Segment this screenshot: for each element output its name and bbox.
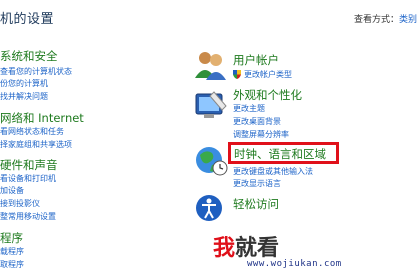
ease-of-access-icon[interactable] bbox=[194, 193, 224, 223]
highlight-box bbox=[228, 142, 339, 164]
link-devices-printers[interactable]: 看设备和打印机 bbox=[0, 173, 56, 184]
link-change-account-type[interactable]: 更改帐户类型 bbox=[244, 69, 292, 80]
view-by-label: 查看方式： bbox=[354, 15, 400, 25]
category-user-accounts[interactable]: 用户帐户 bbox=[233, 52, 279, 68]
link-adjust-resolution[interactable]: 调整屏幕分辨率 bbox=[233, 129, 289, 140]
link-uninstall-program[interactable]: 载程序 bbox=[0, 246, 24, 257]
category-system-security[interactable]: 系统和安全 bbox=[0, 48, 58, 64]
link-add-device[interactable]: 加设备 bbox=[0, 185, 24, 196]
category-ease-of-access[interactable]: 轻松访问 bbox=[233, 196, 279, 212]
link-homegroup-sharing[interactable]: 择家庭组和共享选项 bbox=[0, 139, 72, 150]
link-connect-projector[interactable]: 接到投影仪 bbox=[0, 198, 40, 209]
watermark-logo-main: 我 bbox=[213, 236, 236, 261]
link-change-keyboard-input[interactable]: 更改键盘或其他输入法 bbox=[233, 166, 313, 177]
link-backup-computer[interactable]: 份您的计算机 bbox=[0, 78, 48, 89]
link-change-theme[interactable]: 更改主题 bbox=[233, 103, 265, 114]
link-get-programs[interactable]: 取程序 bbox=[0, 259, 24, 270]
user-accounts-icon[interactable] bbox=[193, 48, 227, 82]
link-view-computer-status[interactable]: 查看您的计算机状态 bbox=[0, 66, 72, 77]
category-hardware-sound[interactable]: 硬件和声音 bbox=[0, 157, 58, 173]
category-network-internet[interactable]: 网络和 Internet bbox=[0, 110, 84, 126]
link-change-desktop-background[interactable]: 更改桌面背景 bbox=[233, 116, 281, 127]
link-find-fix-problems[interactable]: 找并解决问题 bbox=[0, 91, 48, 102]
link-change-display-language[interactable]: 更改显示语言 bbox=[233, 178, 281, 189]
link-mobility-settings[interactable]: 整常用移动设置 bbox=[0, 211, 56, 222]
link-network-status[interactable]: 看网络状态和任务 bbox=[0, 126, 64, 137]
category-appearance[interactable]: 外观和个性化 bbox=[233, 87, 302, 103]
category-programs[interactable]: 程序 bbox=[0, 230, 23, 246]
watermark-logo-rest: 就看 bbox=[235, 236, 280, 261]
watermark-url: www.wojiukan.com bbox=[247, 259, 342, 269]
appearance-personalization-icon[interactable] bbox=[194, 88, 228, 122]
shield-icon bbox=[233, 70, 241, 79]
page-title: 机的设置 bbox=[0, 12, 55, 27]
globe-clock-icon[interactable] bbox=[194, 143, 228, 177]
view-mode-dropdown[interactable]: 类别 bbox=[399, 12, 417, 25]
watermark-logo: 我就看 bbox=[213, 230, 279, 262]
